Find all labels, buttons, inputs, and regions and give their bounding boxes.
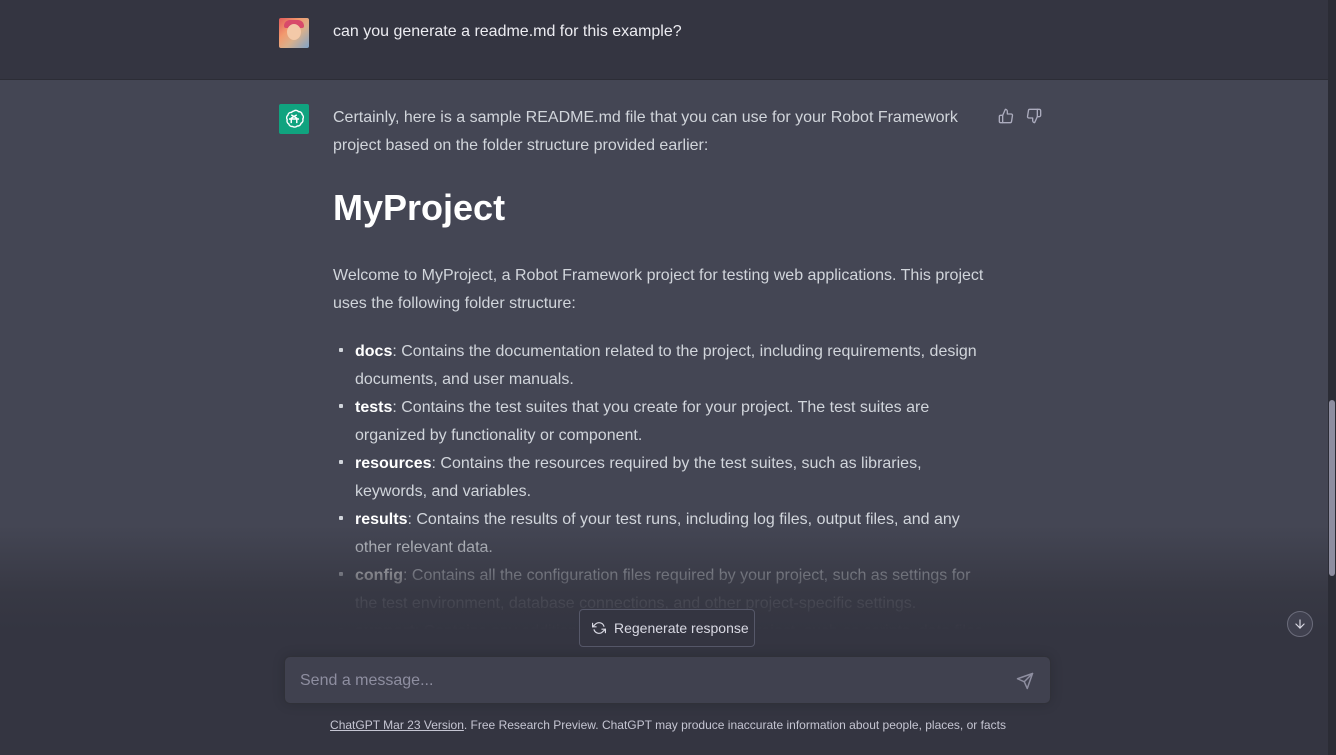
message-input[interactable] xyxy=(300,670,1000,692)
scrollbar-track[interactable] xyxy=(1328,0,1336,755)
list-item-term: support xyxy=(355,623,415,640)
readme-heading: MyProject xyxy=(333,187,506,228)
avatar-face xyxy=(287,24,301,40)
scrollbar-thumb[interactable] xyxy=(1329,400,1335,576)
list-item: results: Contains the results of your te… xyxy=(333,506,988,562)
list-item-text: : Contains the documentation related to … xyxy=(355,343,977,388)
footer-disclaimer: ChatGPT Mar 23 Version. Free Research Pr… xyxy=(0,718,1336,732)
list-item-text: : Contains the results of your test runs… xyxy=(355,511,960,556)
version-link[interactable]: ChatGPT Mar 23 Version xyxy=(330,718,464,732)
list-item: tests: Contains the test suites that you… xyxy=(333,394,988,450)
user-message-row: can you generate a readme.md for this ex… xyxy=(0,0,1328,80)
list-item-text: : Contains the test suites that you crea… xyxy=(355,399,930,444)
chatgpt-logo-icon xyxy=(279,104,309,134)
list-item: docs: Contains the documentation related… xyxy=(333,338,988,394)
readme-welcome: Welcome to MyProject, a Robot Framework … xyxy=(333,267,984,312)
assistant-intro: Certainly, here is a sample README.md fi… xyxy=(333,109,958,154)
user-avatar xyxy=(279,18,309,48)
send-icon[interactable] xyxy=(1016,672,1034,690)
list-item-text: : Contains all the configuration files r… xyxy=(355,567,971,612)
refresh-icon xyxy=(592,621,606,635)
feedback-buttons xyxy=(998,108,1042,124)
list-item-term: config xyxy=(355,567,403,584)
regenerate-label: Regenerate response xyxy=(614,620,749,636)
regenerate-response-button[interactable]: Regenerate response xyxy=(579,609,755,647)
list-item: resources: Contains the resources requir… xyxy=(333,450,988,506)
list-item-term: tests xyxy=(355,399,393,416)
footer-text: . Free Research Preview. ChatGPT may pro… xyxy=(463,718,1006,732)
list-item-term: docs xyxy=(355,343,393,360)
list-item-text: : Contains the resources required by the… xyxy=(355,455,922,500)
assistant-message-row: Certainly, here is a sample README.md fi… xyxy=(0,80,1328,755)
scroll-to-bottom-button[interactable] xyxy=(1287,611,1313,637)
arrow-down-icon xyxy=(1293,617,1307,631)
assistant-message-content: Certainly, here is a sample README.md fi… xyxy=(333,104,988,674)
thumbs-up-icon[interactable] xyxy=(998,108,1014,124)
list-item-term: resources xyxy=(355,455,432,472)
thumbs-down-icon[interactable] xyxy=(1026,108,1042,124)
message-composer xyxy=(284,656,1051,704)
user-message-text: can you generate a readme.md for this ex… xyxy=(333,23,682,40)
list-item-term: results xyxy=(355,511,408,528)
